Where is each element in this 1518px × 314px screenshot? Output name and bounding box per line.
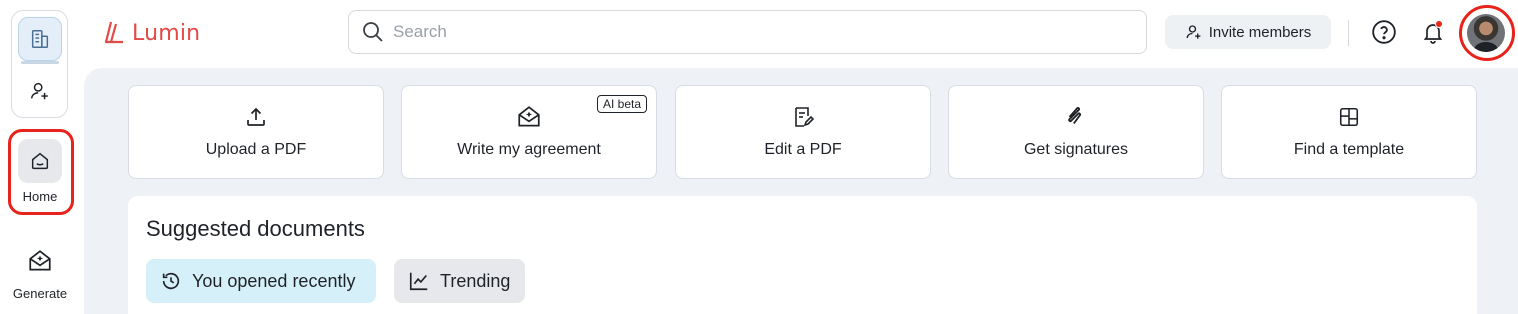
nav-generate[interactable]: Generate: [4, 248, 76, 301]
home-icon-box: [18, 139, 62, 183]
upload-icon: [247, 107, 265, 126]
help-icon: [1372, 20, 1396, 44]
building-icon: [31, 30, 49, 48]
home-icon: [31, 152, 49, 170]
invite-members-label: Invite members: [1208, 23, 1312, 41]
envelope-sparkle-icon: [29, 250, 51, 271]
suggested-documents-panel: Suggested documents You opened recently …: [128, 196, 1477, 314]
edit-pdf-card[interactable]: Edit a PDF: [675, 85, 931, 179]
signature-icon: [1068, 107, 1082, 125]
left-rail: Home Generate: [0, 0, 84, 314]
nav-home[interactable]: Home: [18, 139, 62, 209]
user-plus-icon: [31, 82, 48, 100]
help-button[interactable]: [1371, 19, 1397, 45]
brand-logo[interactable]: Lumin: [102, 18, 200, 48]
tab-trending-label: Trending: [440, 270, 511, 291]
write-agreement-card[interactable]: AI beta Write my agreement: [401, 85, 657, 179]
upload-pdf-card[interactable]: Upload a PDF: [128, 85, 384, 179]
upload-pdf-label: Upload a PDF: [205, 141, 307, 158]
nav-generate-label: Generate: [12, 286, 68, 301]
write-agreement-label: Write my agreement: [457, 141, 601, 158]
template-icon: [1339, 107, 1359, 127]
user-plus-icon: [1186, 25, 1201, 39]
suggested-documents-title: Suggested documents: [146, 216, 365, 241]
workspace-button[interactable]: [18, 17, 62, 64]
find-template-label: Find a template: [1293, 141, 1405, 158]
edit-pdf-label: Edit a PDF: [764, 141, 842, 158]
header-divider: [1348, 20, 1349, 46]
tab-opened-recently[interactable]: You opened recently: [146, 259, 376, 303]
edit-document-icon: [795, 107, 815, 127]
tab-opened-recently-label: You opened recently: [192, 270, 356, 291]
search-icon: [363, 22, 383, 42]
search-input[interactable]: [393, 22, 1093, 42]
history-icon: [162, 272, 180, 290]
add-member-rail-button[interactable]: [18, 71, 62, 111]
workspace-group: [11, 10, 68, 118]
invite-members-button[interactable]: Invite members: [1165, 15, 1331, 49]
trending-icon: [409, 272, 428, 291]
get-signatures-card[interactable]: Get signatures: [948, 85, 1204, 179]
envelope-sparkle-icon: [518, 106, 540, 127]
ai-beta-badge: AI beta: [596, 95, 647, 113]
get-signatures-label: Get signatures: [1023, 141, 1129, 158]
nav-home-label: Home: [22, 189, 58, 204]
lumin-logo-icon: [104, 21, 123, 44]
find-template-card[interactable]: Find a template: [1221, 85, 1477, 179]
search-bar[interactable]: [348, 10, 1147, 54]
notification-dot: [1435, 20, 1443, 28]
brand-name: Lumin: [132, 20, 201, 46]
tab-trending[interactable]: Trending: [394, 259, 525, 303]
main-content: Upload a PDF AI beta Write my agreement …: [84, 68, 1518, 314]
avatar[interactable]: [1467, 14, 1505, 52]
